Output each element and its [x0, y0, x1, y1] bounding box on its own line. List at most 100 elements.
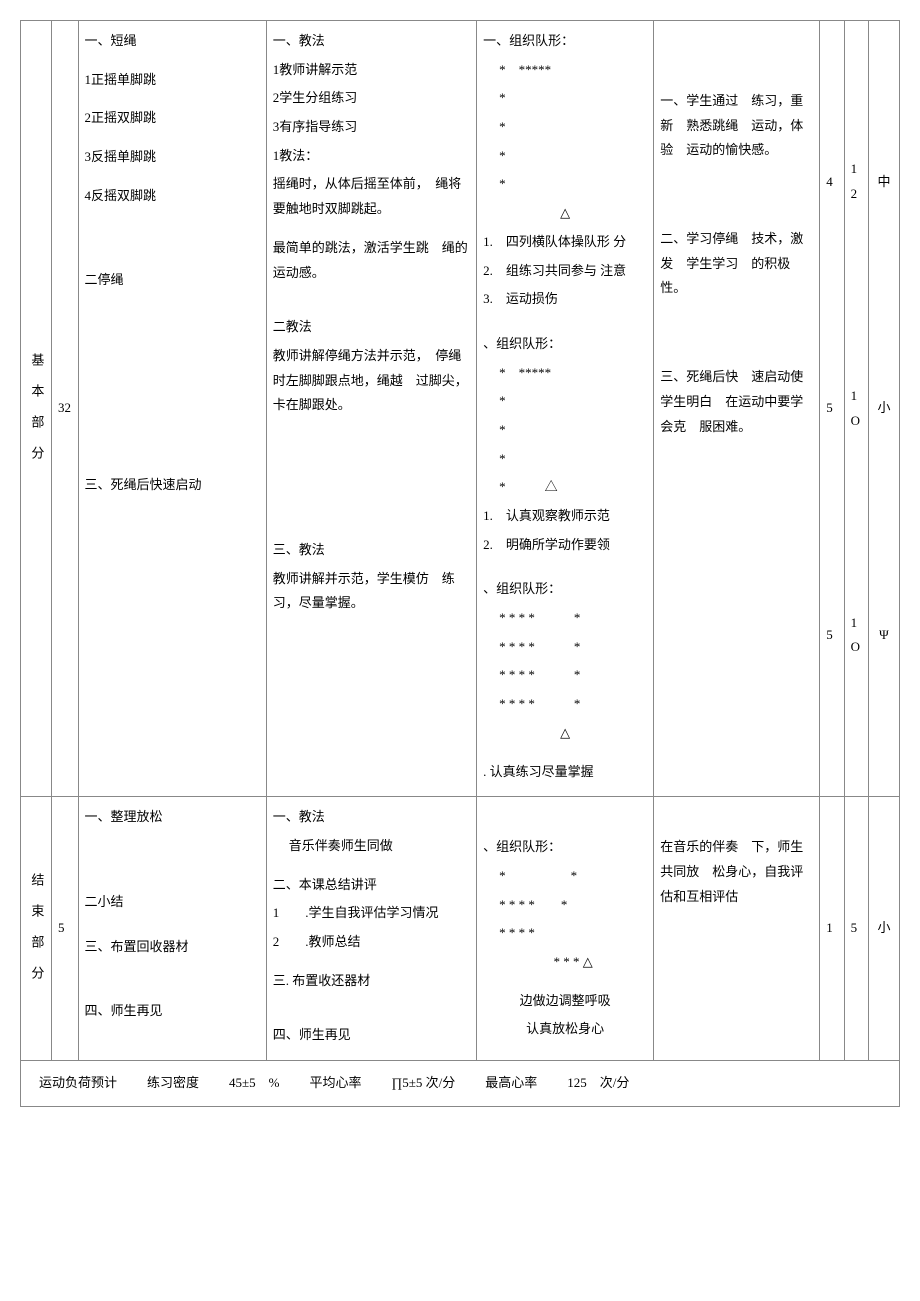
o-f3b: * * * * * [483, 635, 647, 660]
m-p2: 最简单的跳法，激活学生跳 绳的运动感。 [273, 236, 470, 285]
o-f1e: * [483, 172, 647, 197]
m-p4: 教师讲解并示范，学生模仿 练习，尽量掌握。 [273, 567, 470, 616]
act-h3: 三、死绳后快速启动 [85, 473, 260, 498]
m-p3: 教师讲解停绳方法并示范， 停绳时左脚脚跟点地，绳越 过脚尖，卡在脚跟处。 [273, 344, 470, 418]
eg-p1: 在音乐的伴奏 下，师生共同放 松身心，自我评 估和互相评估 [660, 835, 813, 909]
em-p2: 1 .学生自我评估学习情况 [273, 901, 470, 926]
end-col-method: 一、教法 音乐伴奏师生同做 二、本课总结讲评 1 .学生自我评估学习情况 2 .… [266, 797, 476, 1061]
t3: 5 [826, 623, 837, 648]
max-hr-value: 125 次/分 [567, 1071, 629, 1096]
t1: 4 [826, 170, 837, 195]
m-h1: 一、教法 [273, 29, 470, 54]
o-n4: 1. 认真观察教师示范 [483, 504, 647, 529]
act-i1: 1正摇单脚跳 [85, 68, 260, 93]
main-col-org: 一、组织队形： * ***** * * * * △ 1. 四列横队体操队形 分 … [477, 21, 654, 797]
act-i4: 4反摇双脚跳 [85, 184, 260, 209]
main-col-activity: 一、短绳 1正摇单脚跳 2正摇双脚跳 3反摇单脚跳 4反摇双脚跳 二停绳 三、死… [78, 21, 266, 797]
footer-label: 运动负荷预计 [39, 1071, 117, 1096]
main-col-method: 一、教法 1教师讲解示范 2学生分组练习 3有序指导练习 1教法： 摇绳时，从体… [266, 21, 476, 797]
o-n3: 3. 运动损伤 [483, 287, 647, 312]
main-intensity: 中 小 Ψ [868, 21, 899, 797]
em-h1: 一、教法 [273, 805, 470, 830]
c3: 1O [851, 611, 862, 660]
o-h2: 、组织队形： [483, 332, 647, 357]
em-h3: 三. 布置收还器材 [273, 969, 470, 994]
o-f2d: * [483, 447, 647, 472]
c1: 12 [851, 157, 862, 206]
e-l1: 一、整理放松 [85, 805, 260, 830]
eo-n2: 认真放松身心 [483, 1017, 647, 1042]
eo-f2: * * * * * [483, 893, 647, 918]
o-f1a: * ***** [483, 58, 647, 83]
o-n6: . 认真练习尽量掌握 [483, 760, 647, 785]
m-l1: 1教师讲解示范 [273, 58, 470, 83]
act-h2: 二停绳 [85, 268, 260, 293]
m-h2: 二教法 [273, 315, 470, 340]
end-intensity: 小 [868, 797, 899, 1061]
eo-h1: 、组织队形： [483, 835, 647, 860]
end-col-activity: 一、整理放松 二小结 三、布置回收器材 四、师生再见 [78, 797, 266, 1061]
o-f2c: * [483, 418, 647, 443]
eo-n1: 边做边调整呼吸 [483, 989, 647, 1014]
main-section-label: 基本部分 [21, 21, 52, 797]
end-counts: 5 [844, 797, 868, 1061]
c2: 1O [851, 384, 862, 433]
eo-f4: * * * △ [483, 950, 647, 975]
em-p1: 音乐伴奏师生同做 [273, 834, 470, 859]
density-label: 练习密度 [147, 1071, 199, 1096]
o-n1: 1. 四列横队体操队形 分 [483, 230, 647, 255]
end-times: 1 [820, 797, 844, 1061]
g-p3: 三、死绳后快 速启动使 学生明白 在运动中要学会克 服困难。 [660, 365, 813, 439]
main-col-goal: 一、学生通过 练习，重新 熟悉跳绳 运动，体验 运动的愉快感。 二、学习停绳 技… [654, 21, 820, 797]
main-counts: 12 1O 1O [844, 21, 868, 797]
e-l4: 四、师生再见 [85, 999, 260, 1024]
eo-f3: * * * * [483, 921, 647, 946]
em-p3: 2 .教师总结 [273, 930, 470, 955]
end-col-org: 、组织队形： * * * * * * * * * * * * * * △ 边做边… [477, 797, 654, 1061]
main-time: 32 [51, 21, 78, 797]
footer-cell: 运动负荷预计 练习密度 45±5 % 平均心率 ∏5±5 次/分 最高心率 12… [21, 1061, 900, 1107]
act-i3: 3反摇单脚跳 [85, 145, 260, 170]
act-i2: 2正摇双脚跳 [85, 106, 260, 131]
lesson-plan-table: 基本部分 32 一、短绳 1正摇单脚跳 2正摇双脚跳 3反摇单脚跳 4反摇双脚跳… [20, 20, 900, 1107]
int1: 中 [875, 170, 893, 195]
int2: 小 [875, 396, 893, 421]
m-l2: 2学生分组练习 [273, 86, 470, 111]
e-l3: 三、布置回收器材 [85, 935, 260, 960]
e-l2: 二小结 [85, 890, 260, 915]
o-f1b: * [483, 86, 647, 111]
o-f2e: * △ [483, 475, 647, 500]
end-col-goal: 在音乐的伴奏 下，师生共同放 松身心，自我评 估和互相评估 [654, 797, 820, 1061]
m-l3: 3有序指导练习 [273, 115, 470, 140]
o-f1c: * [483, 115, 647, 140]
density-value: 45±5 % [229, 1071, 279, 1096]
g-p2: 二、学习停绳 技术，激发 学生学习 的积极性。 [660, 227, 813, 301]
o-f3a: * * * * * [483, 606, 647, 631]
o-f1d: * [483, 144, 647, 169]
triangle-icon: △ [483, 201, 647, 226]
o-h1: 一、组织队形： [483, 29, 647, 54]
o-h3: 、组织队形： [483, 577, 647, 602]
m-h3: 三、教法 [273, 538, 470, 563]
g-p1: 一、学生通过 练习，重新 熟悉跳绳 运动，体验 运动的愉快感。 [660, 89, 813, 163]
end-section-label: 结束部分 [21, 797, 52, 1061]
t2: 5 [826, 396, 837, 421]
em-h4: 四、师生再见 [273, 1023, 470, 1048]
footer-row: 运动负荷预计 练习密度 45±5 % 平均心率 ∏5±5 次/分 最高心率 12… [21, 1061, 900, 1107]
end-time: 5 [51, 797, 78, 1061]
main-times: 4 5 5 [820, 21, 844, 797]
act-h1: 一、短绳 [85, 29, 260, 54]
end-section-row: 结束部分 5 一、整理放松 二小结 三、布置回收器材 四、师生再见 一、教法 音… [21, 797, 900, 1061]
eo-f1: * * [483, 864, 647, 889]
o-f2a: * ***** [483, 361, 647, 386]
o-f2b: * [483, 389, 647, 414]
main-section-row: 基本部分 32 一、短绳 1正摇单脚跳 2正摇双脚跳 3反摇单脚跳 4反摇双脚跳… [21, 21, 900, 797]
em-h2: 二、本课总结讲评 [273, 873, 470, 898]
m-l4: 1教法： [273, 144, 470, 169]
int3: Ψ [875, 623, 893, 648]
m-p1: 摇绳时，从体后摇至体前， 绳将要触地时双脚跳起。 [273, 172, 470, 221]
o-n2: 2. 组练习共同参与 注意 [483, 259, 647, 284]
triangle-icon: △ [483, 721, 647, 746]
o-n5: 2. 明确所学动作要领 [483, 533, 647, 558]
avg-hr-value: ∏5±5 次/分 [392, 1071, 456, 1096]
